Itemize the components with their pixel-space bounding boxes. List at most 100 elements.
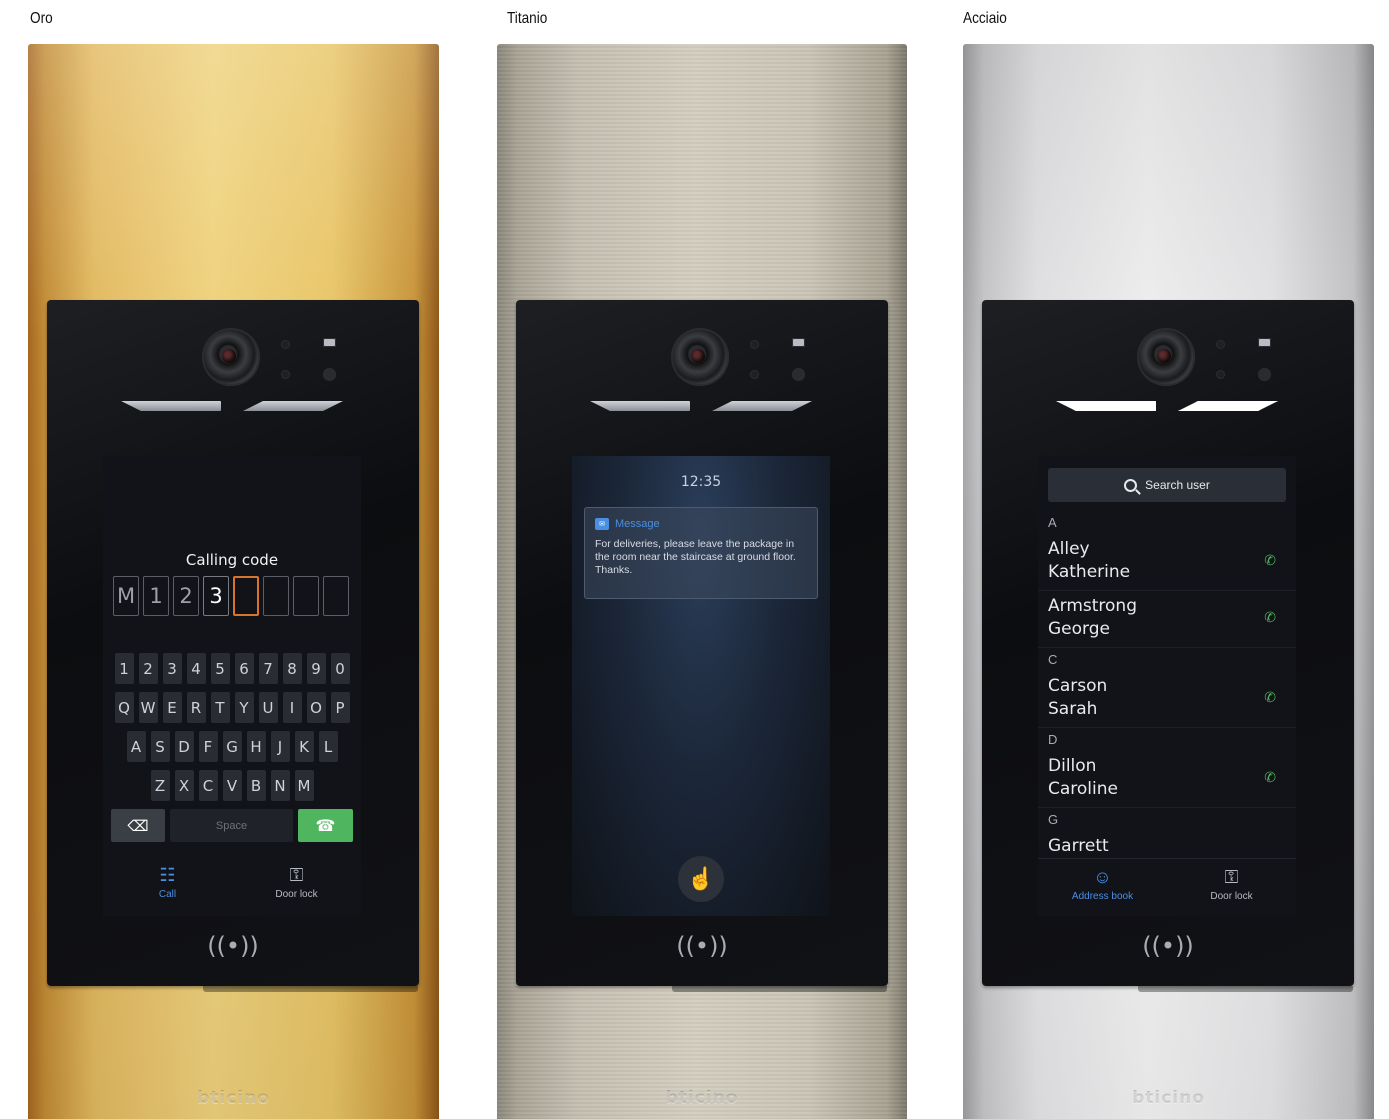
key[interactable]: 5 xyxy=(210,653,230,684)
entrance-panel-oro: Calling code M 1 2 3 1 2 3 4 5 6 7 8 9 0… xyxy=(28,44,439,1119)
key[interactable]: 4 xyxy=(186,653,206,684)
nav-address-book-label: Address book xyxy=(1071,891,1134,902)
keyboard-row-qwerty: Q W E R T Y U I O P xyxy=(103,692,361,723)
nav-door-lock-label: Door lock xyxy=(275,888,318,900)
search-input[interactable]: Search user xyxy=(1048,468,1286,502)
led-bar-left xyxy=(590,401,690,411)
key[interactable]: O xyxy=(306,692,326,723)
phone-icon[interactable]: ✆ xyxy=(1264,609,1276,626)
key[interactable]: H xyxy=(246,731,266,762)
key[interactable]: K xyxy=(294,731,314,762)
key[interactable]: N xyxy=(270,770,290,801)
key[interactable]: D xyxy=(174,731,194,762)
nav-door-lock[interactable]: ⚿ Door lock xyxy=(1167,859,1296,910)
call-button[interactable]: ☎ xyxy=(298,809,353,842)
contact-surname: Carson xyxy=(1048,676,1108,696)
glass-edge-shadow xyxy=(1138,986,1353,992)
glass-front: 12:35 ✉ Message For deliveries, please l… xyxy=(516,300,888,986)
key[interactable]: Z xyxy=(150,770,170,801)
entrance-panel-titanio: 12:35 ✉ Message For deliveries, please l… xyxy=(497,44,907,1119)
contact-firstname: Caroline xyxy=(1048,779,1118,799)
nfc-reader-icon: ((•)) xyxy=(676,932,728,960)
message-icon: ✉ xyxy=(595,518,609,530)
phone-icon[interactable]: ✆ xyxy=(1264,689,1276,706)
address-book-screen: Search user A Alley Katherine ✆ Armstron… xyxy=(1038,456,1296,916)
contact-surname: Garrett xyxy=(1048,836,1109,856)
key[interactable]: F xyxy=(198,731,218,762)
nav-door-lock[interactable]: ⚿ Door lock xyxy=(232,856,361,908)
contact-firstname: George xyxy=(1048,619,1110,639)
key[interactable]: T xyxy=(210,692,230,723)
key[interactable]: 8 xyxy=(282,653,302,684)
key[interactable]: 3 xyxy=(162,653,182,684)
key[interactable]: Q xyxy=(114,692,134,723)
code-digit: M xyxy=(113,576,139,616)
message-title: Message xyxy=(615,518,660,530)
backspace-key[interactable]: ⌫ xyxy=(111,809,165,842)
key[interactable]: V xyxy=(222,770,242,801)
contact-row[interactable]: Garrett xyxy=(1038,831,1296,856)
key[interactable]: M xyxy=(294,770,314,801)
key[interactable]: B xyxy=(246,770,266,801)
key[interactable]: 6 xyxy=(234,653,254,684)
key[interactable]: C xyxy=(198,770,218,801)
sensor-dot xyxy=(281,340,290,349)
phone-icon[interactable]: ✆ xyxy=(1264,552,1276,569)
code-digit xyxy=(293,576,319,616)
key[interactable]: R xyxy=(186,692,206,723)
contact-row[interactable]: Carson Sarah ✆ xyxy=(1038,671,1296,728)
phone-icon[interactable]: ✆ xyxy=(1264,769,1276,786)
key[interactable]: P xyxy=(330,692,350,723)
key[interactable]: 1 xyxy=(114,653,134,684)
search-icon xyxy=(1124,478,1138,492)
key[interactable]: 9 xyxy=(306,653,326,684)
indicator-icon xyxy=(1258,338,1271,347)
camera-lens xyxy=(202,328,260,386)
keypad-grid-icon: ☷ xyxy=(159,864,176,885)
contact-row[interactable]: Alley Katherine ✆ xyxy=(1038,534,1296,591)
key[interactable]: S xyxy=(150,731,170,762)
key[interactable]: E xyxy=(162,692,182,723)
contact-row[interactable]: Dillon Caroline ✆ xyxy=(1038,751,1296,808)
sensor-dot xyxy=(281,370,290,379)
key[interactable]: X xyxy=(174,770,194,801)
key[interactable]: U xyxy=(258,692,278,723)
key[interactable]: I xyxy=(282,692,302,723)
code-input[interactable]: M 1 2 3 xyxy=(113,576,349,616)
key[interactable]: 2 xyxy=(138,653,158,684)
section-letter: G xyxy=(1048,812,1059,827)
brand-logo: bticino xyxy=(665,1089,739,1109)
nav-call[interactable]: ☷ Call xyxy=(103,856,232,908)
nav-door-lock-label: Door lock xyxy=(1210,891,1253,902)
nav-address-book[interactable]: ☺ Address book xyxy=(1038,859,1167,910)
finish-label-acciaio: Acciaio xyxy=(963,10,1007,27)
key[interactable]: 7 xyxy=(258,653,278,684)
key[interactable]: A xyxy=(126,731,146,762)
contact-row[interactable]: Armstrong George ✆ xyxy=(1038,591,1296,648)
key[interactable]: J xyxy=(270,731,290,762)
key[interactable]: 0 xyxy=(330,653,350,684)
contact-surname: Alley xyxy=(1048,539,1090,559)
key[interactable]: G xyxy=(222,731,242,762)
space-key[interactable]: Space xyxy=(170,809,293,842)
key[interactable]: Y xyxy=(234,692,254,723)
section-letter: C xyxy=(1048,652,1058,667)
calling-code-title: Calling code xyxy=(185,551,279,569)
touch-to-start-button[interactable]: ☝ xyxy=(678,856,724,902)
section-letter: A xyxy=(1048,515,1057,530)
code-digit: 1 xyxy=(143,576,169,616)
finish-label-titanio: Titanio xyxy=(507,10,548,27)
clock: 12:35 xyxy=(680,474,722,490)
entrance-panel-acciaio: Search user A Alley Katherine ✆ Armstron… xyxy=(963,44,1374,1119)
sensor-dot xyxy=(750,370,759,379)
hand-pointer-icon: ☝ xyxy=(687,866,715,891)
key[interactable]: W xyxy=(138,692,158,723)
backspace-icon: ⌫ xyxy=(127,817,149,835)
code-digit xyxy=(263,576,289,616)
key[interactable]: L xyxy=(318,731,338,762)
indicator-icon xyxy=(792,338,805,347)
led-bar-right xyxy=(243,401,343,411)
brand-logo: bticino xyxy=(197,1089,270,1109)
message-card: ✉ Message For deliveries, please leave t… xyxy=(584,507,818,599)
sensor-dot xyxy=(750,340,759,349)
